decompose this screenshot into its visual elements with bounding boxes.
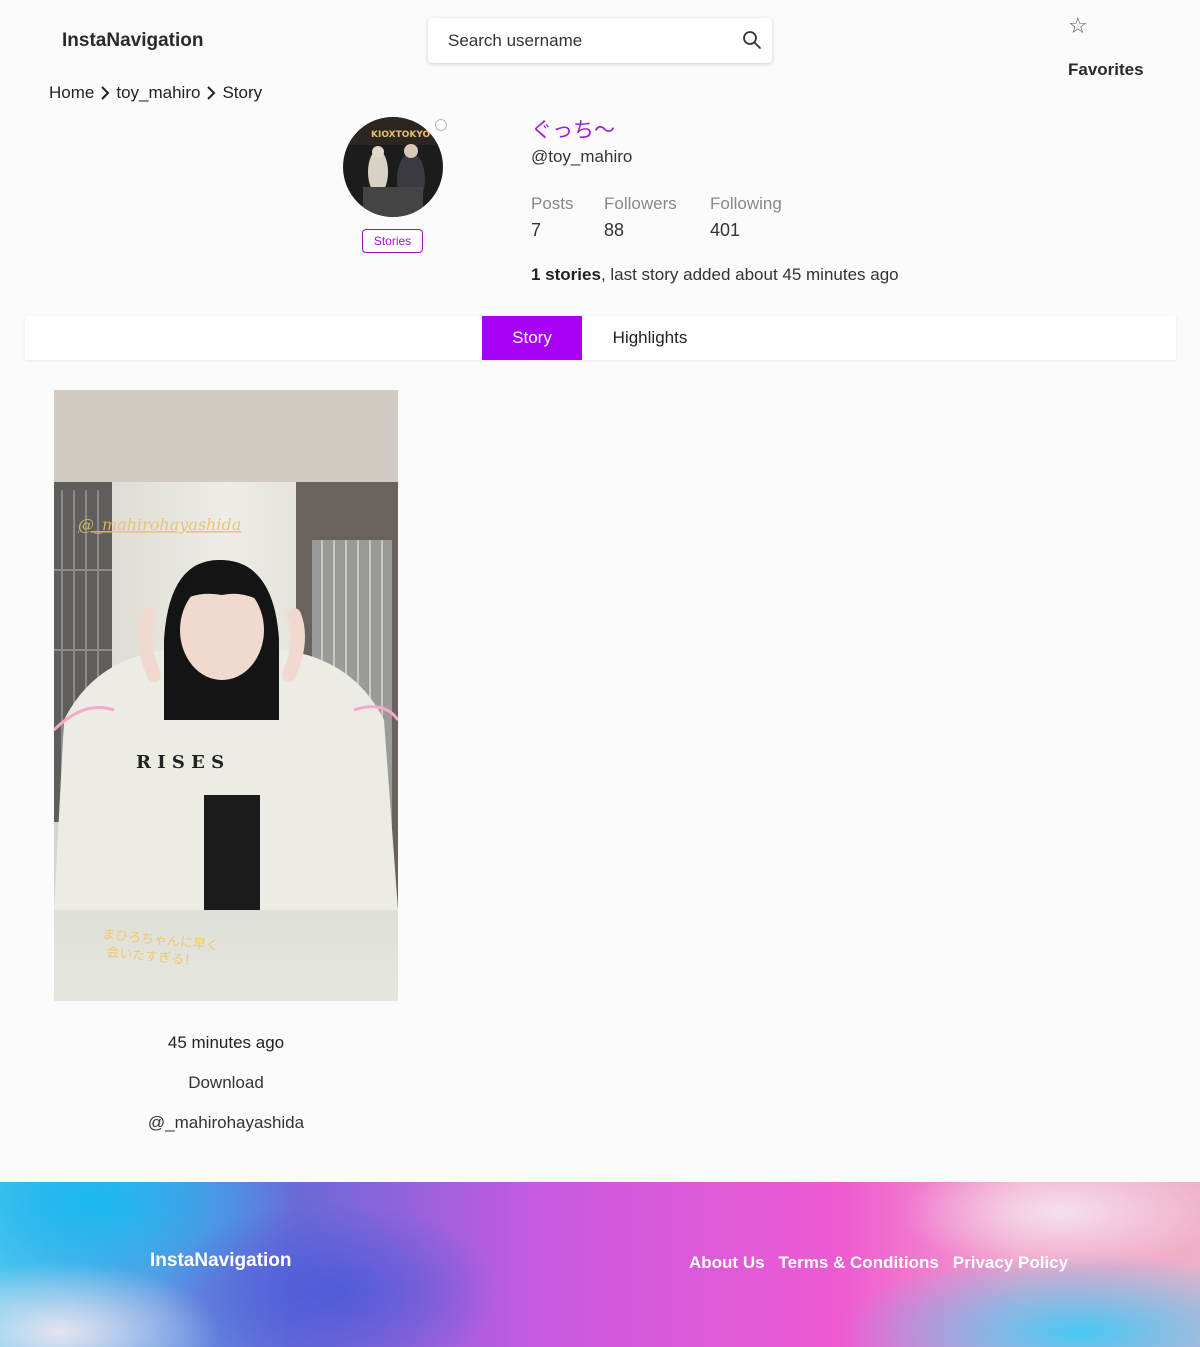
footer-link-privacy[interactable]: Privacy Policy — [953, 1253, 1068, 1273]
stories-button[interactable]: Stories — [362, 229, 423, 253]
favorites-label: Favorites — [1068, 60, 1144, 79]
stat-following: Following 401 — [710, 194, 782, 241]
tab-story[interactable]: Story — [482, 316, 582, 360]
story-image[interactable]: R I S E S @_mahirohayashida まひろちゃんに早く 会い… — [54, 390, 398, 1001]
breadcrumb: Home toy_mahiro Story — [49, 82, 262, 104]
tab-bar: Story Highlights — [25, 316, 1176, 360]
avatar[interactable]: KIOXTOKYO — [343, 117, 443, 217]
search-input[interactable] — [428, 18, 728, 63]
avatar-container: KIOXTOKYO — [343, 117, 447, 217]
chevron-right-icon — [101, 86, 110, 100]
profile-display-name: ぐっち〜 — [531, 118, 615, 142]
footer-link-terms[interactable]: Terms & Conditions — [779, 1253, 939, 1273]
story-mention-link[interactable]: @_mahirohayashida — [54, 1113, 398, 1133]
stat-followers-label: Followers — [604, 194, 677, 213]
avatar-badge — [435, 119, 447, 131]
stat-posts-value: 7 — [531, 220, 542, 240]
top-header: InstaNavigation ☆ Favorites — [0, 0, 1200, 80]
footer-links: About Us Terms & Conditions Privacy Poli… — [689, 1253, 1068, 1273]
footer-logo[interactable]: InstaNavigation — [150, 1250, 291, 1272]
story-timestamp: 45 minutes ago — [167, 1033, 285, 1052]
stories-count: 1 stories — [531, 265, 601, 284]
breadcrumb-profile[interactable]: toy_mahiro — [116, 83, 200, 103]
profile-username: @toy_mahiro — [531, 147, 633, 166]
stat-posts-label: Posts — [531, 194, 574, 213]
svg-text:R I S E S: R I S E S — [136, 752, 224, 773]
site-logo[interactable]: InstaNavigation — [62, 30, 203, 52]
footer-link-about[interactable]: About Us — [689, 1253, 765, 1273]
download-link[interactable]: Download — [54, 1073, 398, 1093]
breadcrumb-current: Story — [222, 83, 263, 102]
stories-suffix: , last story added about 45 minutes ago — [600, 265, 899, 284]
search-icon[interactable] — [742, 30, 762, 50]
stat-following-value: 401 — [710, 220, 741, 240]
star-icon: ☆ — [1068, 13, 1088, 38]
favorites-button[interactable]: ☆ Favorites — [1068, 13, 1158, 80]
stat-followers: Followers 88 — [604, 194, 677, 241]
svg-text:@_mahirohayashida: @_mahirohayashida — [78, 515, 241, 534]
footer: InstaNavigation About Us Terms & Conditi… — [0, 1182, 1200, 1347]
tab-highlights[interactable]: Highlights — [600, 316, 700, 360]
chevron-right-icon — [207, 86, 216, 100]
stat-posts: Posts 7 — [531, 194, 574, 241]
stat-following-label: Following — [710, 194, 782, 213]
svg-text:KIOXTOKYO: KIOXTOKYO — [371, 130, 431, 140]
stories-info: 1 stories, last story added about 45 min… — [531, 265, 899, 285]
search-box — [428, 18, 772, 63]
breadcrumb-home[interactable]: Home — [49, 83, 94, 103]
stat-followers-value: 88 — [604, 220, 625, 240]
